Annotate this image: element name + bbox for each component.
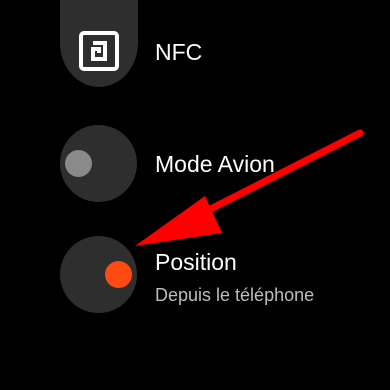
setting-row-nfc[interactable]: NFC: [0, 0, 390, 110]
setting-sublabel-location: Depuis le téléphone: [155, 285, 315, 305]
nfc-icon: [79, 31, 119, 71]
airplane-mode-knob: [65, 150, 92, 177]
setting-row-location[interactable]: Position Depuis le téléphone: [0, 230, 390, 320]
setting-row-airplane-mode[interactable]: Mode Avion: [0, 120, 390, 215]
setting-label-airplane-mode: Mode Avion: [155, 151, 275, 177]
location-knob: [105, 261, 132, 288]
setting-label-location: Position: [155, 249, 237, 275]
setting-label-nfc: NFC: [155, 39, 203, 65]
